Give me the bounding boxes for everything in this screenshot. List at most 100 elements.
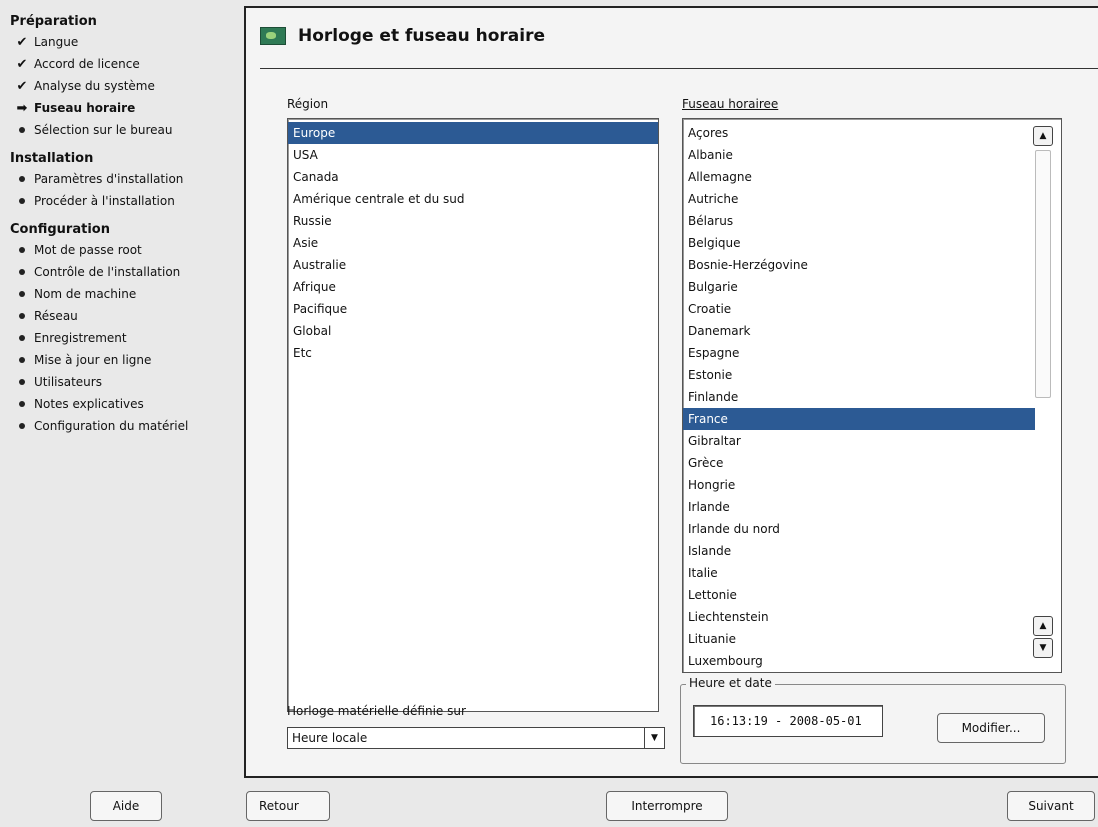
timezone-item[interactable]: France bbox=[683, 408, 1035, 430]
sidebar-step-label: Accord de licence bbox=[34, 57, 140, 71]
timezone-item[interactable]: Irlande du nord bbox=[683, 518, 1035, 540]
checkmark-icon: ✔ bbox=[16, 78, 28, 94]
region-item[interactable]: USA bbox=[288, 144, 658, 166]
region-item[interactable]: Amérique centrale et du sud bbox=[288, 188, 658, 210]
sidebar-step-label: Utilisateurs bbox=[34, 375, 102, 389]
modify-datetime-button[interactable]: Modifier... bbox=[937, 713, 1045, 743]
timezone-item[interactable]: Grèce bbox=[683, 452, 1035, 474]
region-item[interactable]: Etc bbox=[288, 342, 658, 364]
sidebar-step-label: Nom de machine bbox=[34, 287, 137, 301]
sidebar-section-title: Installation bbox=[10, 151, 94, 166]
sidebar-step: Notes explicatives bbox=[10, 393, 240, 415]
page-title: Horloge et fuseau horaire bbox=[298, 26, 546, 46]
region-list[interactable]: Europe USA Canada Amérique centrale et du s… bbox=[287, 118, 659, 712]
timezone-item[interactable]: Finlande bbox=[683, 386, 1035, 408]
sidebar-step: ✔ Analyse du système bbox=[10, 75, 240, 97]
scroll-down-icon[interactable]: ▼ bbox=[1033, 638, 1053, 658]
region-item[interactable]: Asie bbox=[288, 232, 658, 254]
timezone-item[interactable]: Islande bbox=[683, 540, 1035, 562]
bullet-icon bbox=[10, 127, 34, 133]
back-button[interactable]: Retour bbox=[246, 791, 330, 821]
sidebar-step-label: Mise à jour en ligne bbox=[34, 353, 152, 367]
sidebar-step-label: Langue bbox=[34, 35, 79, 49]
sidebar-step-label: Fuseau horaire bbox=[34, 101, 136, 115]
hw-clock-select[interactable]: Heure locale ▼ bbox=[287, 727, 665, 749]
checkmark-icon: ✔ bbox=[16, 34, 28, 50]
bullet-icon bbox=[10, 335, 34, 341]
scroll-thumb[interactable] bbox=[1035, 150, 1051, 398]
sidebar-step: ✔ Langue bbox=[10, 31, 240, 53]
bullet-icon bbox=[10, 198, 34, 204]
timezone-item[interactable]: Belgique bbox=[683, 232, 1035, 254]
timezone-item[interactable]: Luxembourg bbox=[683, 650, 1035, 672]
panel-header: Horloge et fuseau horaire bbox=[260, 26, 545, 46]
region-item[interactable]: Europe bbox=[288, 122, 658, 144]
region-item[interactable]: Russie bbox=[288, 210, 658, 232]
timezone-item[interactable]: Danemark bbox=[683, 320, 1035, 342]
help-button[interactable]: Aide bbox=[90, 791, 162, 821]
timezone-item[interactable]: Bosnie-Herzégovine bbox=[683, 254, 1035, 276]
sidebar-step: Nom de machine bbox=[10, 283, 240, 305]
bullet-icon bbox=[10, 401, 34, 407]
bullet-icon bbox=[10, 176, 34, 182]
region-item[interactable]: Australie bbox=[288, 254, 658, 276]
timezone-item[interactable]: Croatie bbox=[683, 298, 1035, 320]
bullet-icon bbox=[10, 291, 34, 297]
sidebar-step-label: Notes explicatives bbox=[34, 397, 144, 411]
timezone-item[interactable]: Bulgarie bbox=[683, 276, 1035, 298]
bullet-icon bbox=[10, 379, 34, 385]
bullet-icon bbox=[10, 423, 34, 429]
sidebar-step: Enregistrement bbox=[10, 327, 240, 349]
next-button[interactable]: Suivant bbox=[1007, 791, 1095, 821]
timezone-item[interactable]: Espagne bbox=[683, 342, 1035, 364]
region-item[interactable]: Afrique bbox=[288, 276, 658, 298]
sidebar-step: Sélection sur le bureau bbox=[10, 119, 240, 141]
sidebar-step-label: Mot de passe root bbox=[34, 243, 142, 257]
timezone-item[interactable]: Allemagne bbox=[683, 166, 1035, 188]
datetime-group: Heure et date 16:13:19 - 2008-05-01 Modi… bbox=[680, 676, 1066, 764]
sidebar-step: Contrôle de l'installation bbox=[10, 261, 240, 283]
sidebar-step-label: Paramètres d'installation bbox=[34, 172, 184, 186]
timezone-list[interactable]: Açores Albanie Allemagne Autriche Bélarus Bel… bbox=[682, 118, 1062, 673]
timezone-item[interactable]: Lettonie bbox=[683, 584, 1035, 606]
datetime-group-label: Heure et date bbox=[686, 676, 775, 690]
timezone-item[interactable]: Gibraltar bbox=[683, 430, 1035, 452]
bullet-icon bbox=[10, 247, 34, 253]
arrow-right-icon: ➡ bbox=[16, 100, 28, 116]
hw-clock-value: Heure locale bbox=[292, 731, 368, 745]
sidebar-step-label: Analyse du système bbox=[34, 79, 155, 93]
hw-clock-label: Horloge matérielle définie sur bbox=[287, 704, 466, 718]
timezone-item[interactable]: Italie bbox=[683, 562, 1035, 584]
sidebar-step: Paramètres d'installation bbox=[10, 168, 240, 190]
header-divider bbox=[260, 68, 1098, 69]
timezone-item[interactable]: Estonie bbox=[683, 364, 1035, 386]
scroll-up-small-icon[interactable]: ▲ bbox=[1033, 616, 1053, 636]
steps-sidebar: Préparation ✔ Langue ✔ Accord de licence ✔ Ana… bbox=[10, 14, 240, 437]
sidebar-section-title: Préparation bbox=[10, 14, 97, 29]
sidebar-step: Procéder à l'installation bbox=[10, 190, 240, 212]
sidebar-step: Mot de passe root bbox=[10, 239, 240, 261]
bullet-icon bbox=[10, 269, 34, 275]
region-label: Région bbox=[287, 97, 329, 111]
bullet-icon bbox=[10, 357, 34, 363]
timezone-item[interactable]: Hongrie bbox=[683, 474, 1035, 496]
checkmark-icon: ✔ bbox=[16, 56, 28, 72]
timezone-item[interactable]: Albanie bbox=[683, 144, 1035, 166]
main-panel: Horloge et fuseau horaire Région Fuseau … bbox=[244, 6, 1098, 778]
scroll-up-icon[interactable]: ▲ bbox=[1033, 126, 1053, 146]
world-map-icon bbox=[260, 27, 286, 45]
chevron-down-icon[interactable]: ▼ bbox=[644, 728, 664, 748]
abort-button[interactable]: Interrompre bbox=[606, 791, 728, 821]
region-item[interactable]: Global bbox=[288, 320, 658, 342]
timezone-item[interactable]: Liechtenstein bbox=[683, 606, 1035, 628]
sidebar-step: Utilisateurs bbox=[10, 371, 240, 393]
region-item[interactable]: Pacifique bbox=[288, 298, 658, 320]
region-item[interactable]: Canada bbox=[288, 166, 658, 188]
timezone-item[interactable]: Bélarus bbox=[683, 210, 1035, 232]
sidebar-step: Réseau bbox=[10, 305, 240, 327]
timezone-item[interactable]: Irlande bbox=[683, 496, 1035, 518]
timezone-item[interactable]: Lituanie bbox=[683, 628, 1035, 650]
timezone-item[interactable]: Autriche bbox=[683, 188, 1035, 210]
timezone-item[interactable]: Açores bbox=[683, 122, 1035, 144]
timezone-scrollbar[interactable]: ▲ ▲ ▼ bbox=[1033, 122, 1055, 668]
